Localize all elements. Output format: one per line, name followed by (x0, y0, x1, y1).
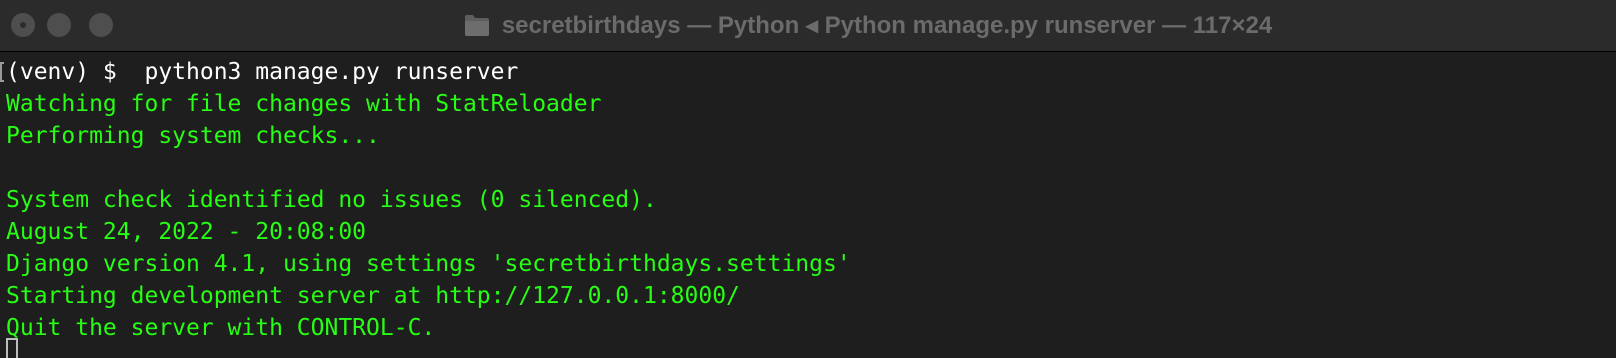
output-line: Django version 4.1, using settings 'secr… (6, 251, 851, 277)
output-line: Quit the server with CONTROL-C. (6, 315, 436, 341)
terminal-window: secretbirthdays — Python ◂ Python manage… (0, 0, 1616, 358)
output-line: Performing system checks... (6, 123, 380, 149)
window-title: secretbirthdays — Python ◂ Python manage… (501, 11, 1273, 39)
prompt-line: (venv) $ python3 manage.py runserver (6, 59, 519, 85)
output-line: Watching for file changes with StatReloa… (6, 91, 602, 117)
output-line: Starting development server at http://12… (6, 283, 740, 309)
block-cursor (6, 338, 18, 358)
output-line: System check identified no issues (0 sil… (6, 187, 657, 213)
title-bar[interactable]: secretbirthdays — Python ◂ Python manage… (0, 0, 1616, 52)
window-title-group: secretbirthdays — Python ◂ Python manage… (0, 0, 1616, 50)
folder-icon (464, 13, 490, 37)
text-cursor-marker (0, 62, 4, 82)
terminal-output[interactable]: (venv) $ python3 manage.py runserver Wat… (0, 56, 1616, 358)
output-line: August 24, 2022 - 20:08:00 (6, 219, 367, 245)
